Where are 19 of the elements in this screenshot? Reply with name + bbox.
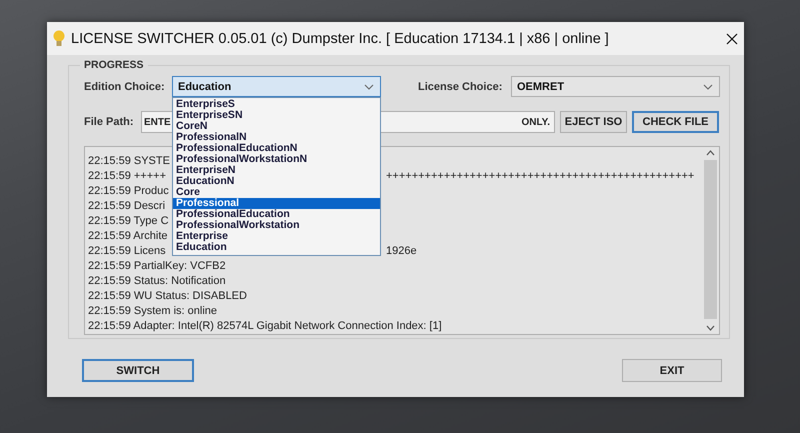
log-line: 22:15:59 Archite — [88, 230, 169, 242]
log-line: 1926e — [386, 244, 417, 256]
field-label: File Path: — [84, 116, 135, 128]
log-line: ++++++++++++++++++++++++++++++++++++++++++++++++ — [386, 170, 694, 182]
field-label: Edition Choice: — [84, 80, 166, 92]
log-line: 22:15:59 System is: online — [88, 304, 218, 316]
log-line: 22:15:59 WU Status: DISABLED — [88, 290, 247, 302]
log-line: 22:15:59 PartialKey: VCFB2 — [88, 260, 226, 272]
window-title: LICENSE SWITCHER 0.05.01 (c) Dumpster Inc. [ Education 17134.1 | x86 | online ] — [71, 30, 610, 46]
log-line: 22:15:59 Status: Notification — [88, 274, 226, 286]
field-label: License Choice: — [418, 80, 504, 92]
log-line: 22:15:59 Produc — [88, 184, 170, 196]
log-line: 22:15:59 SYSTE — [88, 154, 171, 166]
group-title: PROGRESS — [83, 59, 145, 71]
log-line: 22:15:59 Type C — [88, 214, 170, 226]
log-line: 22:15:59 Descri — [88, 200, 166, 212]
log-line: 22:15:59 Licens — [88, 244, 167, 256]
log-line: 22:15:59 Adapter: Intel(R) 82574L Gigabit Network Connection Index: [1] — [88, 320, 442, 332]
log-line: 22:15:59 +++++ — [88, 170, 167, 182]
